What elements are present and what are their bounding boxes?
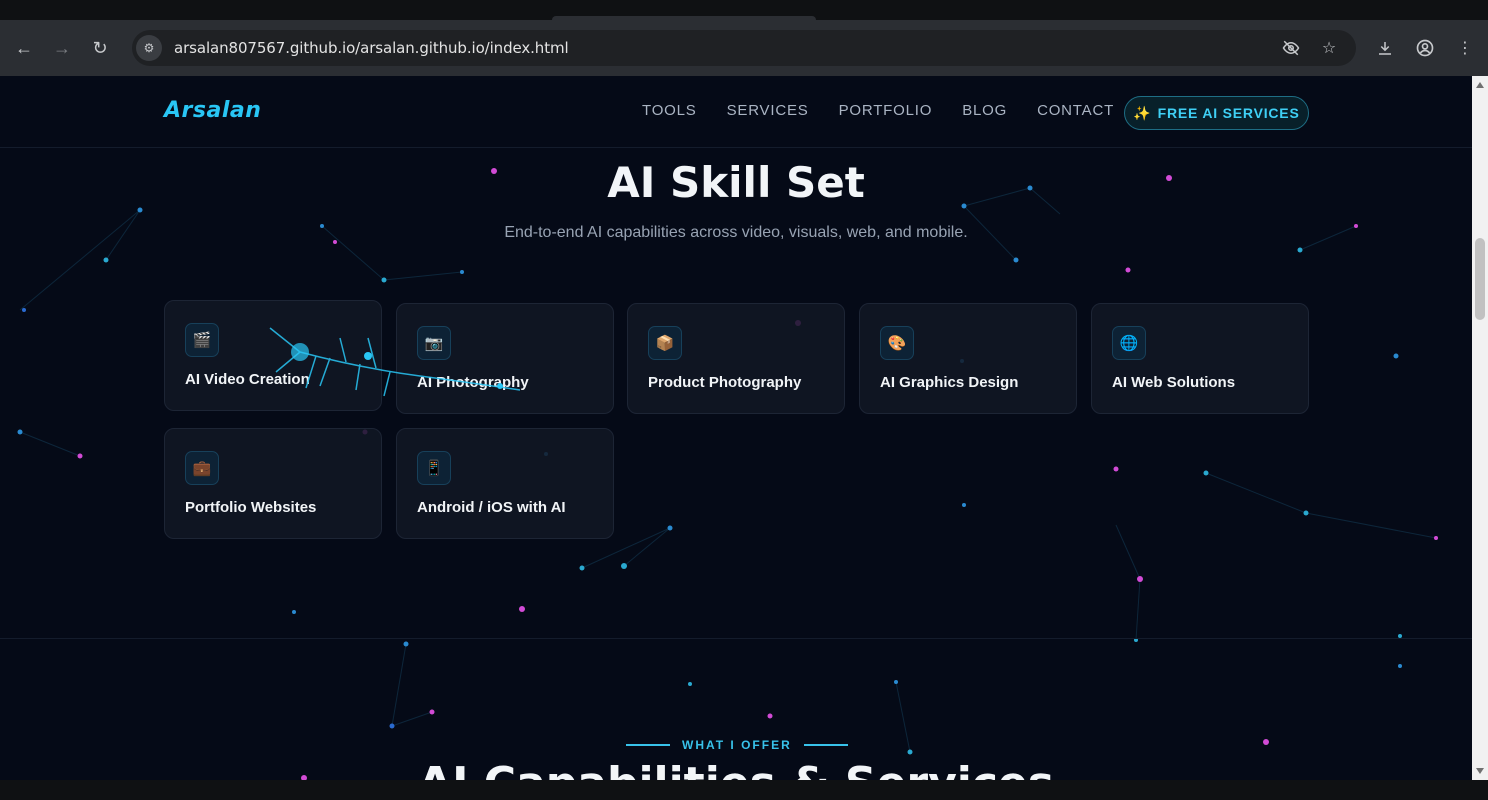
reload-icon[interactable]: ↻ <box>86 34 114 62</box>
skill-card-label: AI Web Solutions <box>1112 374 1236 391</box>
profile-icon[interactable] <box>1414 37 1436 59</box>
briefcase-icon: 💼 <box>185 451 219 485</box>
eye-off-icon[interactable] <box>1280 37 1302 59</box>
next-section-title: AI Capabilities & Services <box>0 758 1472 780</box>
nav-services[interactable]: SERVICES <box>727 102 809 119</box>
package-icon: 📦 <box>648 326 682 360</box>
star-icon[interactable]: ☆ <box>1318 37 1340 59</box>
forward-icon[interactable]: → <box>48 34 76 62</box>
section-eyebrow: WHAT I OFFER <box>626 738 848 752</box>
skill-card-label: Product Photography <box>648 374 802 391</box>
window-top-strip <box>0 0 1488 20</box>
site-settings-icon[interactable]: ⚙ <box>136 35 162 61</box>
browser-toolbar: ← → ↻ ⚙ arsalan807567.github.io/arsalan.… <box>0 20 1488 76</box>
skill-card-mobile-ai[interactable]: 📱 Android / iOS with AI <box>396 428 614 539</box>
nav-tools[interactable]: TOOLS <box>642 102 697 119</box>
main-nav: TOOLS SERVICES PORTFOLIO BLOG CONTACT <box>642 102 1114 119</box>
camera-icon: 📷 <box>417 326 451 360</box>
eyebrow-line-left <box>626 744 670 746</box>
nav-blog[interactable]: BLOG <box>962 102 1007 119</box>
download-icon[interactable] <box>1374 37 1396 59</box>
eyebrow-text: WHAT I OFFER <box>682 738 792 752</box>
site-logo[interactable]: Arsalan <box>164 98 261 123</box>
address-bar[interactable]: ⚙ arsalan807567.github.io/arsalan.github… <box>132 30 1356 66</box>
section-subtitle: End-to-end AI capabilities across video,… <box>504 224 968 241</box>
nav-contact[interactable]: CONTACT <box>1037 102 1114 119</box>
sparkles-icon: ✨ <box>1133 104 1152 121</box>
window-bottom-strip <box>0 780 1488 800</box>
clapper-icon: 🎬 <box>185 323 219 357</box>
mobile-phone-icon: 📱 <box>417 451 451 485</box>
skill-card-ai-graphics[interactable]: 🎨 AI Graphics Design <box>859 303 1077 414</box>
globe-icon: 🌐 <box>1112 326 1146 360</box>
cta-label: FREE AI SERVICES <box>1157 105 1300 121</box>
skill-card-portfolio-websites[interactable]: 💼 Portfolio Websites <box>164 428 382 539</box>
skill-card-label: AI Photography <box>417 374 529 391</box>
scroll-up-arrow-icon[interactable] <box>1476 82 1484 88</box>
section-divider <box>0 638 1472 639</box>
site-header: Arsalan TOOLS SERVICES PORTFOLIO BLOG CO… <box>0 76 1472 148</box>
nav-portfolio[interactable]: PORTFOLIO <box>839 102 933 119</box>
palette-icon: 🎨 <box>880 326 914 360</box>
skill-card-label: Android / iOS with AI <box>417 499 566 516</box>
skill-card-label: AI Video Creation <box>185 371 310 388</box>
skill-card-label: Portfolio Websites <box>185 499 317 516</box>
skill-card-label: AI Graphics Design <box>880 374 1019 391</box>
url-text[interactable]: arsalan807567.github.io/arsalan.github.i… <box>174 39 569 57</box>
page-viewport: Arsalan TOOLS SERVICES PORTFOLIO BLOG CO… <box>0 76 1472 780</box>
section-title: AI Skill Set <box>607 158 865 207</box>
back-icon[interactable]: ← <box>10 34 38 62</box>
skill-card-ai-web[interactable]: 🌐 AI Web Solutions <box>1091 303 1309 414</box>
free-ai-services-button[interactable]: ✨ FREE AI SERVICES <box>1124 96 1309 130</box>
skill-card-ai-video[interactable]: 🎬 AI Video Creation <box>164 300 382 411</box>
skill-card-ai-photography[interactable]: 📷 AI Photography <box>396 303 614 414</box>
skill-card-product-photography[interactable]: 📦 Product Photography <box>627 303 845 414</box>
page-scrollbar[interactable] <box>1472 76 1488 780</box>
menu-icon[interactable]: ⋮ <box>1454 37 1476 59</box>
scroll-down-arrow-icon[interactable] <box>1476 768 1484 774</box>
eyebrow-line-right <box>803 744 848 746</box>
scrollbar-thumb[interactable] <box>1475 238 1485 320</box>
